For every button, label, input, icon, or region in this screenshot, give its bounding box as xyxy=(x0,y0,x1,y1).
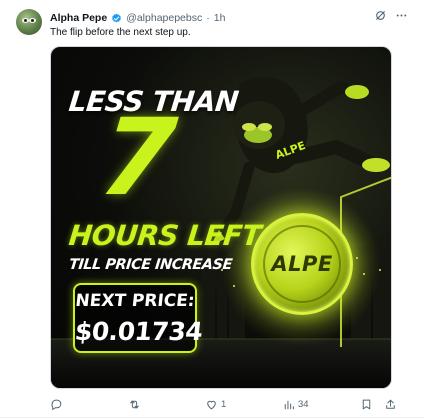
reply-button[interactable] xyxy=(50,398,66,411)
next-price-label: NEXT PRICE: xyxy=(74,291,196,311)
tweet[interactable]: Alpha Pepe @alphapepebsc · 1h The flip b… xyxy=(0,0,424,418)
coin-label: ALPE xyxy=(271,252,333,276)
headline-line2: HOURS LEFT xyxy=(67,219,263,252)
tweet-top-actions xyxy=(374,9,408,22)
views-icon xyxy=(284,400,294,410)
share-icon xyxy=(386,399,395,409)
author-handle[interactable]: @alphapepebsc xyxy=(126,12,202,24)
tweet-actions: 1 34 xyxy=(50,398,400,412)
reply-icon xyxy=(51,399,62,411)
views-button[interactable]: 34 xyxy=(282,398,309,411)
tweet-text: The flip before the next step up. xyxy=(50,27,191,38)
next-price-box: NEXT PRICE: $0.01734 xyxy=(73,283,204,353)
verified-badge-icon xyxy=(112,13,122,22)
like-count: 1 xyxy=(221,399,227,410)
headline-number: 7 xyxy=(94,96,181,219)
grok-icon[interactable] xyxy=(374,9,387,22)
next-price-value: $0.01734 xyxy=(73,317,204,346)
headline-line3: TILL PRICE INCREASE xyxy=(68,257,233,273)
author-name[interactable]: Alpha Pepe xyxy=(50,12,107,24)
like-button[interactable]: 1 xyxy=(205,398,226,411)
share-button[interactable] xyxy=(384,398,397,411)
repost-button[interactable] xyxy=(128,398,144,411)
tweet-image[interactable]: ALPE LESS THAN 7 HOURS LEFT TILL PRICE I… xyxy=(50,46,392,389)
bookmark-icon xyxy=(362,399,371,410)
avatar[interactable] xyxy=(16,9,42,35)
tweet-header: Alpha Pepe @alphapepebsc · 1h xyxy=(50,11,225,25)
alpe-coin-icon: ALPE xyxy=(251,213,353,315)
more-icon[interactable] xyxy=(395,9,408,22)
separator-dot: · xyxy=(206,12,210,24)
timestamp[interactable]: 1h xyxy=(214,12,226,24)
like-icon xyxy=(207,400,216,410)
views-count: 34 xyxy=(298,399,309,410)
repost-icon xyxy=(130,400,139,409)
bookmark-button[interactable] xyxy=(360,398,373,411)
